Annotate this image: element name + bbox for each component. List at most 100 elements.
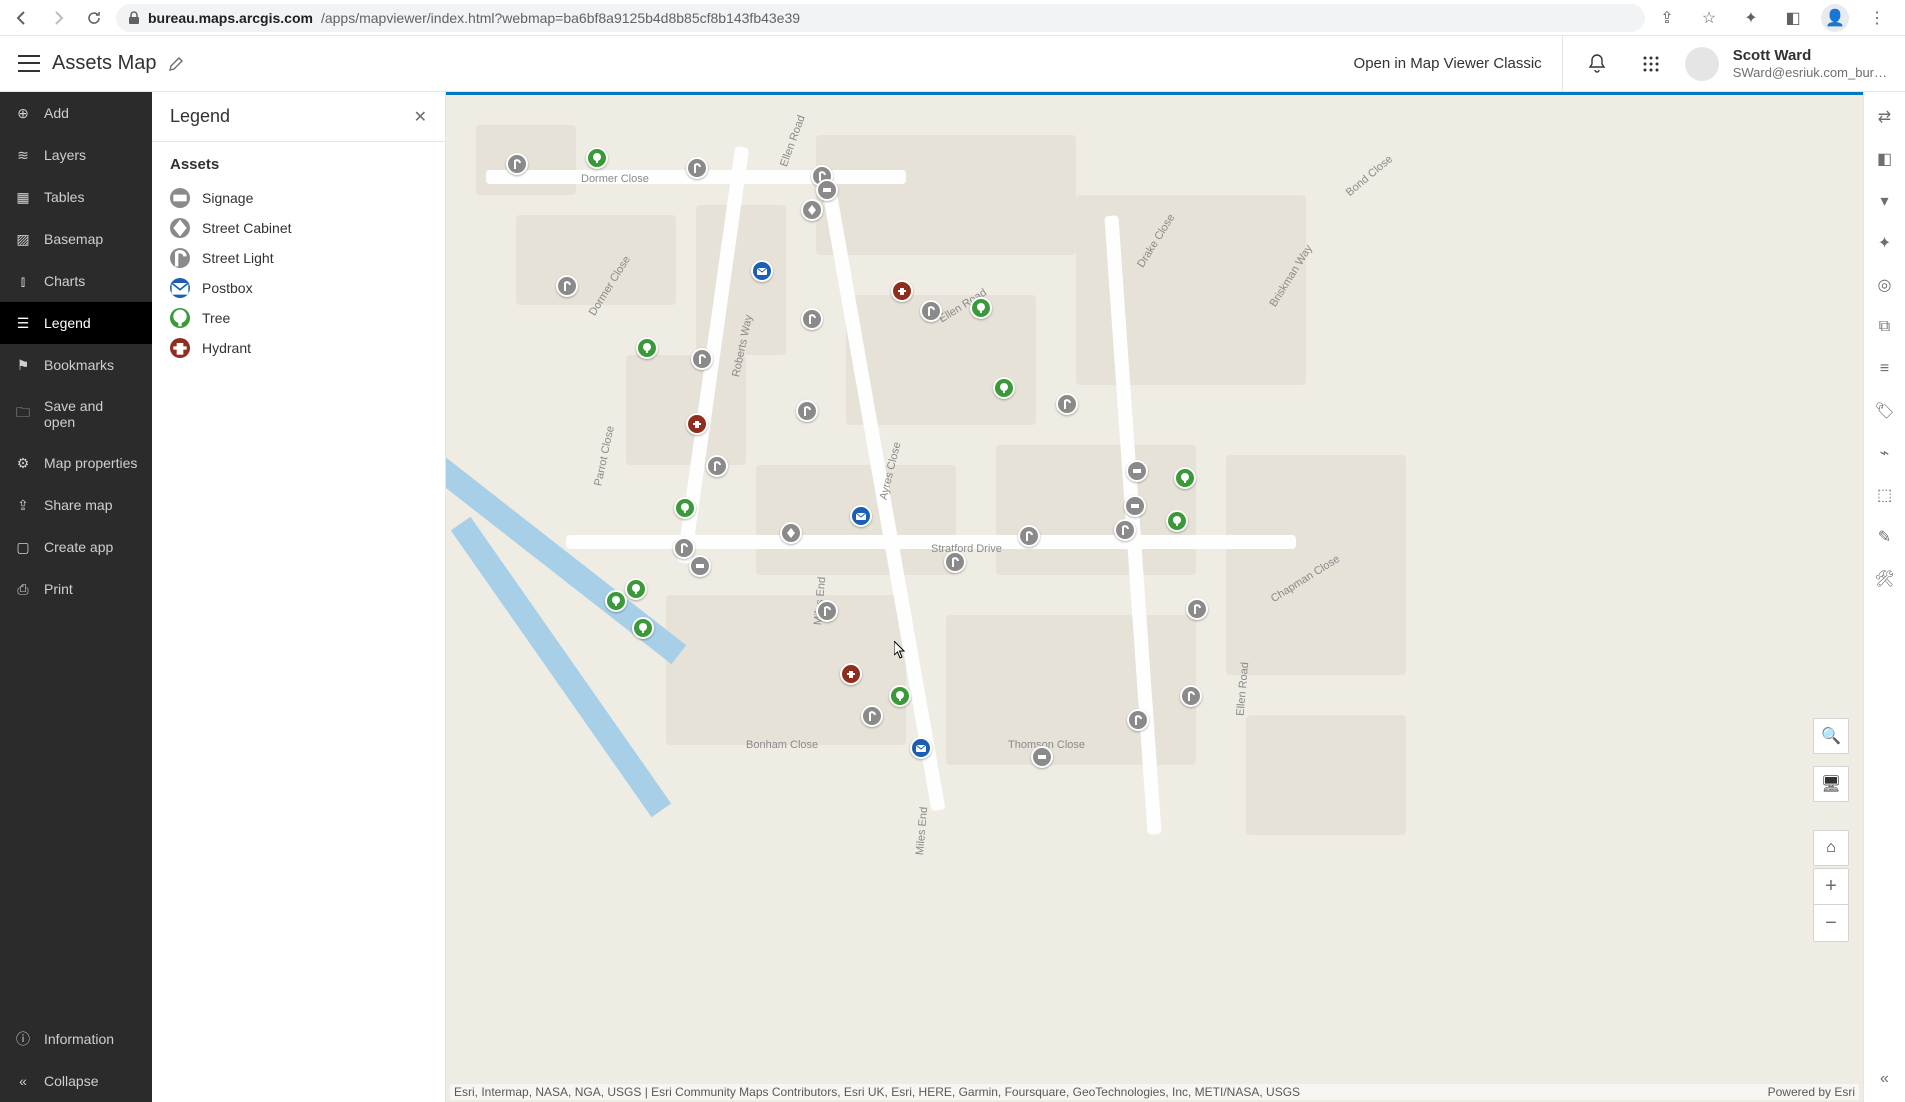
asset-hydrant[interactable]: [840, 663, 862, 685]
zoom-in-button[interactable]: +: [1814, 869, 1848, 905]
asset-streetlight[interactable]: [506, 153, 528, 175]
asset-tree[interactable]: [970, 297, 992, 319]
forward-icon[interactable]: [44, 4, 72, 32]
open-classic-link[interactable]: Open in Map Viewer Classic: [1354, 36, 1563, 91]
asset-streetlight[interactable]: [1018, 525, 1040, 547]
asset-signage[interactable]: [689, 555, 711, 577]
profile-icon[interactable]: 👤: [1821, 4, 1849, 32]
sidebar-item-share[interactable]: ⇪ Share map: [0, 484, 152, 526]
asset-tree[interactable]: [586, 147, 608, 169]
cluster-icon[interactable]: ◎: [1874, 274, 1896, 296]
asset-signage[interactable]: [816, 179, 838, 201]
asset-cabinet[interactable]: [780, 522, 802, 544]
sidebar-item-collapse[interactable]: « Collapse: [0, 1060, 152, 1102]
asset-tree[interactable]: [993, 377, 1015, 399]
asset-streetlight[interactable]: [686, 157, 708, 179]
asset-streetlight[interactable]: [673, 537, 695, 559]
back-icon[interactable]: [8, 4, 36, 32]
asset-streetlight[interactable]: [920, 300, 942, 322]
fields-icon[interactable]: ≡: [1874, 358, 1896, 380]
asset-signage[interactable]: [1031, 746, 1053, 768]
expand-settings-icon[interactable]: «: [1880, 1070, 1889, 1088]
sidebar-item-save[interactable]: 🗀 Save and open: [0, 386, 152, 442]
sidepanel-icon[interactable]: ◧: [1779, 4, 1807, 32]
sidebar-item-bookmarks[interactable]: ⚑ Bookmarks: [0, 344, 152, 386]
map-view[interactable]: Dormer CloseDormer CloseEllen RoadRobert…: [446, 92, 1863, 1102]
home-extent-icon[interactable]: ⌂: [1813, 830, 1849, 866]
asset-hydrant[interactable]: [891, 280, 913, 302]
asset-streetlight[interactable]: [691, 348, 713, 370]
asset-tree[interactable]: [889, 685, 911, 707]
asset-streetlight[interactable]: [706, 455, 728, 477]
legend-layer-name: Assets: [170, 156, 427, 173]
extensions-icon[interactable]: ✦: [1737, 4, 1765, 32]
sidebar-item-layers[interactable]: ≋ Layers: [0, 134, 152, 176]
map-tools-icon[interactable]: 🛠: [1874, 568, 1896, 590]
asset-cabinet[interactable]: [801, 199, 823, 221]
asset-streetlight[interactable]: [556, 275, 578, 297]
user-block[interactable]: Scott Ward SWard@esriuk.com_bur…: [1733, 47, 1887, 81]
asset-postbox[interactable]: [910, 737, 932, 759]
view-toggle-icon[interactable]: 🖥: [1813, 766, 1849, 802]
address-bar[interactable]: bureau.maps.arcgis.com/apps/mapviewer/in…: [116, 4, 1645, 32]
asset-tree[interactable]: [605, 590, 627, 612]
reload-icon[interactable]: [80, 4, 108, 32]
asset-streetlight[interactable]: [796, 400, 818, 422]
sidebar-item-charts[interactable]: ⫾ Charts: [0, 260, 152, 302]
share-page-icon[interactable]: ⇪: [1653, 4, 1681, 32]
asset-tree[interactable]: [674, 497, 696, 519]
sidebar-item-basemap[interactable]: ▨ Basemap: [0, 218, 152, 260]
legend-item-label: Hydrant: [202, 340, 251, 356]
sidebar-item-tables[interactable]: ▦ Tables: [0, 176, 152, 218]
asset-streetlight[interactable]: [1186, 598, 1208, 620]
search-map-icon[interactable]: 🔍: [1813, 718, 1849, 754]
powered-by[interactable]: Powered by Esri: [1768, 1085, 1855, 1099]
configure-icon[interactable]: ⬚: [1874, 484, 1896, 506]
asset-streetlight[interactable]: [1180, 685, 1202, 707]
asset-tree[interactable]: [632, 617, 654, 639]
effects-icon[interactable]: ✦: [1874, 232, 1896, 254]
settings-toolbar: ⇄ ◧ ▾ ✦ ◎ ⧉ ≡ 🏷 ⌁ ⬚ ✎ 🛠 «: [1863, 92, 1905, 1102]
sidebar-item-label: Tables: [44, 189, 84, 205]
asset-postbox[interactable]: [850, 505, 872, 527]
asset-hydrant[interactable]: [686, 413, 708, 435]
zoom-out-button[interactable]: −: [1814, 905, 1848, 941]
asset-tree[interactable]: [625, 578, 647, 600]
asset-streetlight[interactable]: [861, 705, 883, 727]
asset-postbox[interactable]: [751, 260, 773, 282]
sidebar-item-legend[interactable]: ☰ Legend: [0, 302, 152, 344]
labels-icon[interactable]: 🏷: [1874, 400, 1896, 422]
sketch-icon[interactable]: ✎: [1874, 526, 1896, 548]
sidebar-item-label: Save and open: [44, 398, 138, 430]
close-icon[interactable]: ✕: [414, 107, 427, 127]
forms-icon[interactable]: ⌁: [1874, 442, 1896, 464]
asset-tree[interactable]: [1174, 467, 1196, 489]
properties-icon[interactable]: ⇄: [1874, 106, 1896, 128]
popups-icon[interactable]: ⧉: [1874, 316, 1896, 338]
asset-signage[interactable]: [1126, 460, 1148, 482]
notifications-icon[interactable]: [1577, 44, 1617, 84]
sidebar-item-label: Charts: [44, 273, 85, 289]
menu-icon[interactable]: [18, 53, 40, 75]
asset-streetlight[interactable]: [801, 308, 823, 330]
asset-streetlight[interactable]: [1127, 709, 1149, 731]
sidebar-item-print[interactable]: ⎙ Print: [0, 568, 152, 610]
sidebar-item-add[interactable]: ⊕ Add: [0, 92, 152, 134]
asset-streetlight[interactable]: [1114, 519, 1136, 541]
asset-signage[interactable]: [1124, 495, 1146, 517]
asset-tree[interactable]: [1166, 510, 1188, 532]
app-launcher-icon[interactable]: [1631, 44, 1671, 84]
asset-streetlight[interactable]: [1056, 393, 1078, 415]
styles-icon[interactable]: ◧: [1874, 148, 1896, 170]
filter-icon[interactable]: ▾: [1874, 190, 1896, 212]
sidebar-item-information[interactable]: ⓘ Information: [0, 1018, 152, 1060]
sidebar-item-mapprops[interactable]: ⚙ Map properties: [0, 442, 152, 484]
avatar[interactable]: [1685, 47, 1719, 81]
edit-title-icon[interactable]: [168, 56, 184, 72]
asset-streetlight[interactable]: [944, 551, 966, 573]
sidebar-item-createapp[interactable]: ▢ Create app: [0, 526, 152, 568]
kebab-icon[interactable]: ⋮: [1863, 4, 1891, 32]
asset-tree[interactable]: [636, 337, 658, 359]
asset-streetlight[interactable]: [816, 600, 838, 622]
star-icon[interactable]: ☆: [1695, 4, 1723, 32]
